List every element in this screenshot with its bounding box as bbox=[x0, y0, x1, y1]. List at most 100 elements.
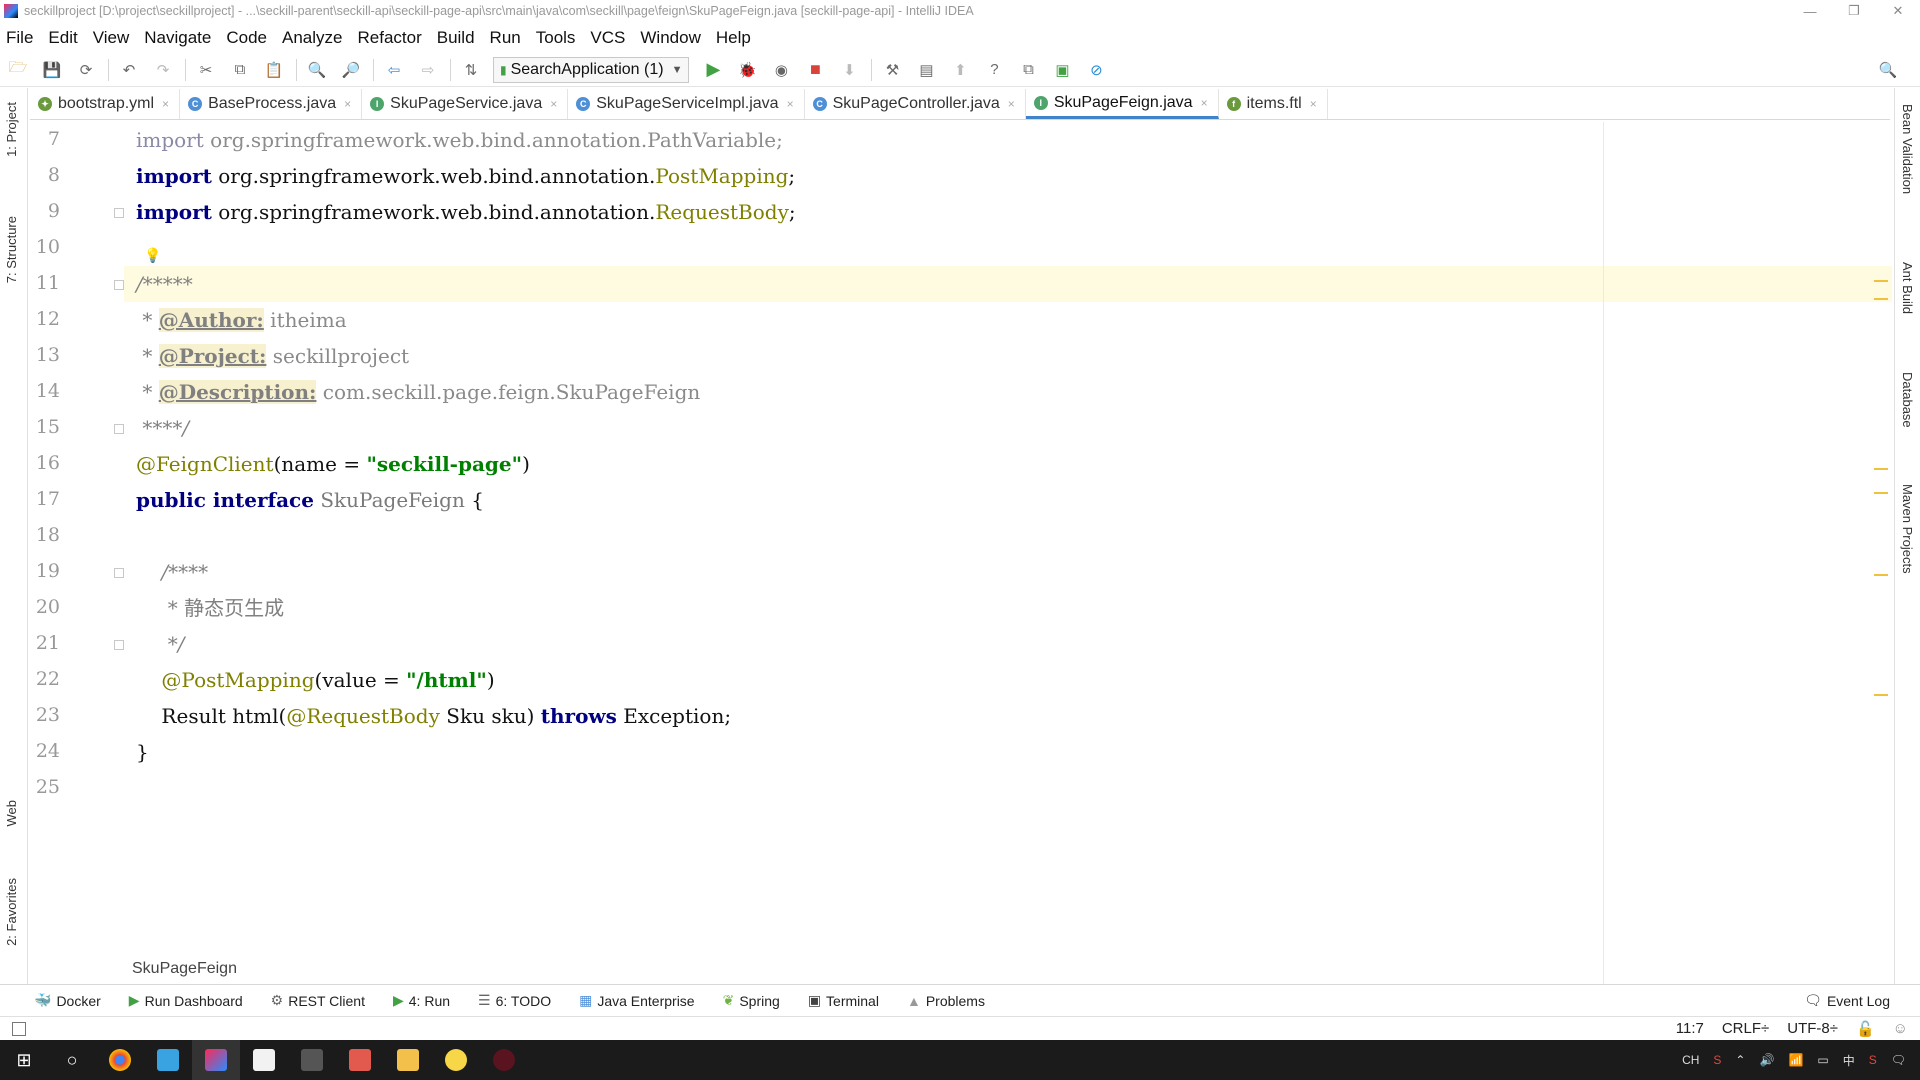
restore-button[interactable]: ❐ bbox=[1832, 0, 1876, 22]
minimize-button[interactable]: — bbox=[1788, 0, 1832, 22]
plugin-icon[interactable]: ⧉ bbox=[1016, 58, 1040, 82]
tab-skupageservice-java[interactable]: I SkuPageService.java × bbox=[362, 89, 569, 119]
chat-app-icon[interactable] bbox=[432, 1040, 480, 1080]
close-icon[interactable]: × bbox=[1008, 97, 1015, 111]
code-editor[interactable]: 7 8 9 10 11 12 13 14 15 16 17 18 19 20 2… bbox=[28, 122, 1892, 984]
tool-window-rest-client[interactable]: ⚙ REST Client bbox=[271, 992, 365, 1009]
close-window-button[interactable]: ✕ bbox=[1876, 0, 1920, 22]
intellij-taskbar-icon[interactable] bbox=[192, 1040, 240, 1080]
windows-start-icon[interactable]: ⊞ bbox=[0, 1040, 48, 1080]
run-configuration-selector[interactable]: ▮ SearchApplication (1) ▼ bbox=[493, 56, 690, 83]
redo-icon[interactable]: ↷ bbox=[151, 58, 175, 82]
attach-debugger-icon[interactable]: ⬇ bbox=[837, 58, 861, 82]
fold-marker[interactable] bbox=[114, 280, 124, 290]
statistic-icon[interactable]: ▣ bbox=[1050, 58, 1074, 82]
fold-marker[interactable] bbox=[114, 208, 124, 218]
stop-icon[interactable]: ■ bbox=[803, 58, 827, 82]
open-folder-icon[interactable]: 🗁 bbox=[6, 58, 30, 82]
scroll-marker[interactable] bbox=[1874, 492, 1888, 494]
tab-items-ftl[interactable]: f items.ftl × bbox=[1219, 89, 1328, 119]
close-icon[interactable]: × bbox=[1201, 96, 1208, 110]
lock-icon[interactable]: 🔓 bbox=[1856, 1020, 1875, 1038]
scroll-marker[interactable] bbox=[1874, 694, 1888, 696]
tool-window-ant-build[interactable]: Ant Build bbox=[1900, 262, 1915, 314]
close-icon[interactable]: × bbox=[787, 97, 794, 111]
tool-window-spring[interactable]: ❦ Spring bbox=[723, 992, 780, 1009]
sdk-icon[interactable]: ▤ bbox=[914, 58, 938, 82]
toggle-tool-windows-icon[interactable] bbox=[12, 1021, 26, 1036]
project-structure-icon[interactable]: ⚒ bbox=[880, 58, 904, 82]
fold-marker[interactable] bbox=[114, 568, 124, 578]
copy-icon[interactable]: ⧉ bbox=[228, 58, 252, 82]
chrome-icon[interactable] bbox=[96, 1040, 144, 1080]
antivirus-icon[interactable]: S bbox=[1713, 1053, 1721, 1067]
back-icon[interactable]: ⇦ bbox=[382, 58, 406, 82]
synchronize-icon[interactable]: ⟳ bbox=[74, 58, 98, 82]
editor-scrollbar[interactable] bbox=[1874, 122, 1888, 984]
scroll-marker[interactable] bbox=[1874, 468, 1888, 470]
close-icon[interactable]: × bbox=[162, 97, 169, 111]
search-everywhere-icon[interactable]: 🔍 bbox=[1876, 58, 1900, 82]
hector-icon[interactable]: ☺ bbox=[1893, 1020, 1908, 1038]
find-icon[interactable]: 🔍 bbox=[305, 58, 329, 82]
tab-skupageserviceimpl-java[interactable]: C SkuPageServiceImpl.java × bbox=[568, 89, 805, 119]
menu-code[interactable]: Code bbox=[226, 28, 267, 48]
menu-run[interactable]: Run bbox=[490, 28, 521, 48]
tab-baseprocess-java[interactable]: C BaseProcess.java × bbox=[180, 89, 363, 119]
tab-skupagefeign-java[interactable]: I SkuPageFeign.java × bbox=[1025, 89, 1219, 119]
replace-icon[interactable]: 🔎 bbox=[339, 58, 363, 82]
tool-window-run[interactable]: ▶ 4: Run bbox=[393, 992, 450, 1009]
forward-icon[interactable]: ⇨ bbox=[416, 58, 440, 82]
scroll-marker[interactable] bbox=[1874, 280, 1888, 282]
menu-help[interactable]: Help bbox=[716, 28, 751, 48]
menu-navigate[interactable]: Navigate bbox=[144, 28, 211, 48]
line-separator[interactable]: CRLF÷ bbox=[1722, 1020, 1769, 1038]
menu-refactor[interactable]: Refactor bbox=[357, 28, 421, 48]
menu-view[interactable]: View bbox=[93, 28, 130, 48]
notes-icon[interactable] bbox=[240, 1040, 288, 1080]
input-language[interactable]: 中 bbox=[1843, 1052, 1855, 1069]
tool-window-structure[interactable]: 7: Structure bbox=[4, 216, 19, 283]
tool-window-run-dashboard[interactable]: ▶ Run Dashboard bbox=[129, 992, 243, 1009]
power-save-icon[interactable]: ⊘ bbox=[1084, 58, 1108, 82]
tool-window-web[interactable]: Web bbox=[4, 800, 19, 827]
tool-window-problems[interactable]: ▲ Problems bbox=[907, 993, 985, 1009]
menu-window[interactable]: Window bbox=[640, 28, 700, 48]
tool-window-java-enterprise[interactable]: ▦ Java Enterprise bbox=[579, 992, 695, 1009]
run-icon[interactable]: ▶ bbox=[701, 58, 725, 82]
lightbulb-icon[interactable]: 💡 bbox=[144, 247, 161, 263]
menu-tools[interactable]: Tools bbox=[536, 28, 576, 48]
app-icon[interactable] bbox=[144, 1040, 192, 1080]
debug-icon[interactable]: 🐞 bbox=[735, 58, 759, 82]
network-icon[interactable]: 📶 bbox=[1788, 1053, 1803, 1067]
paste-icon[interactable]: 📋 bbox=[262, 58, 286, 82]
menu-edit[interactable]: Edit bbox=[48, 28, 77, 48]
battery-icon[interactable]: ▭ bbox=[1817, 1053, 1828, 1067]
media-app-icon[interactable] bbox=[480, 1040, 528, 1080]
tool-window-terminal[interactable]: ▣ Terminal bbox=[808, 992, 879, 1009]
fold-marker[interactable] bbox=[114, 640, 124, 650]
tool-window-database[interactable]: Database bbox=[1900, 372, 1915, 428]
tab-skupagecontroller-java[interactable]: C SkuPageController.java × bbox=[805, 89, 1026, 119]
close-icon[interactable]: × bbox=[550, 97, 557, 111]
search-icon[interactable]: ○ bbox=[48, 1040, 96, 1080]
tool-window-favorites[interactable]: 2: Favorites bbox=[4, 878, 19, 946]
tool-window-event-log[interactable]: 🗨 Event Log bbox=[1804, 992, 1890, 1009]
scroll-marker[interactable] bbox=[1874, 574, 1888, 576]
close-icon[interactable]: × bbox=[344, 97, 351, 111]
run-with-coverage-icon[interactable]: ◉ bbox=[769, 58, 793, 82]
menu-analyze[interactable]: Analyze bbox=[282, 28, 342, 48]
tool-window-docker[interactable]: 🐳 Docker bbox=[34, 992, 101, 1009]
cut-icon[interactable]: ✂ bbox=[194, 58, 218, 82]
screen-recorder-icon[interactable] bbox=[288, 1040, 336, 1080]
ime-icon[interactable]: CH bbox=[1682, 1053, 1699, 1067]
caret-position[interactable]: 11:7 bbox=[1676, 1020, 1704, 1038]
editor-breadcrumb[interactable]: SkuPageFeign bbox=[132, 960, 237, 978]
save-all-icon[interactable]: 💾 bbox=[40, 58, 64, 82]
volume-icon[interactable]: 🔊 bbox=[1759, 1053, 1774, 1067]
file-explorer-icon[interactable] bbox=[384, 1040, 432, 1080]
chevron-up-icon[interactable]: ⌃ bbox=[1735, 1053, 1745, 1067]
tab-bootstrap-yml[interactable]: ✦ bootstrap.yml × bbox=[30, 89, 181, 119]
tool-window-todo[interactable]: ☰ 6: TODO bbox=[478, 992, 551, 1009]
tool-window-bean-validation[interactable]: Bean Validation bbox=[1900, 104, 1915, 194]
